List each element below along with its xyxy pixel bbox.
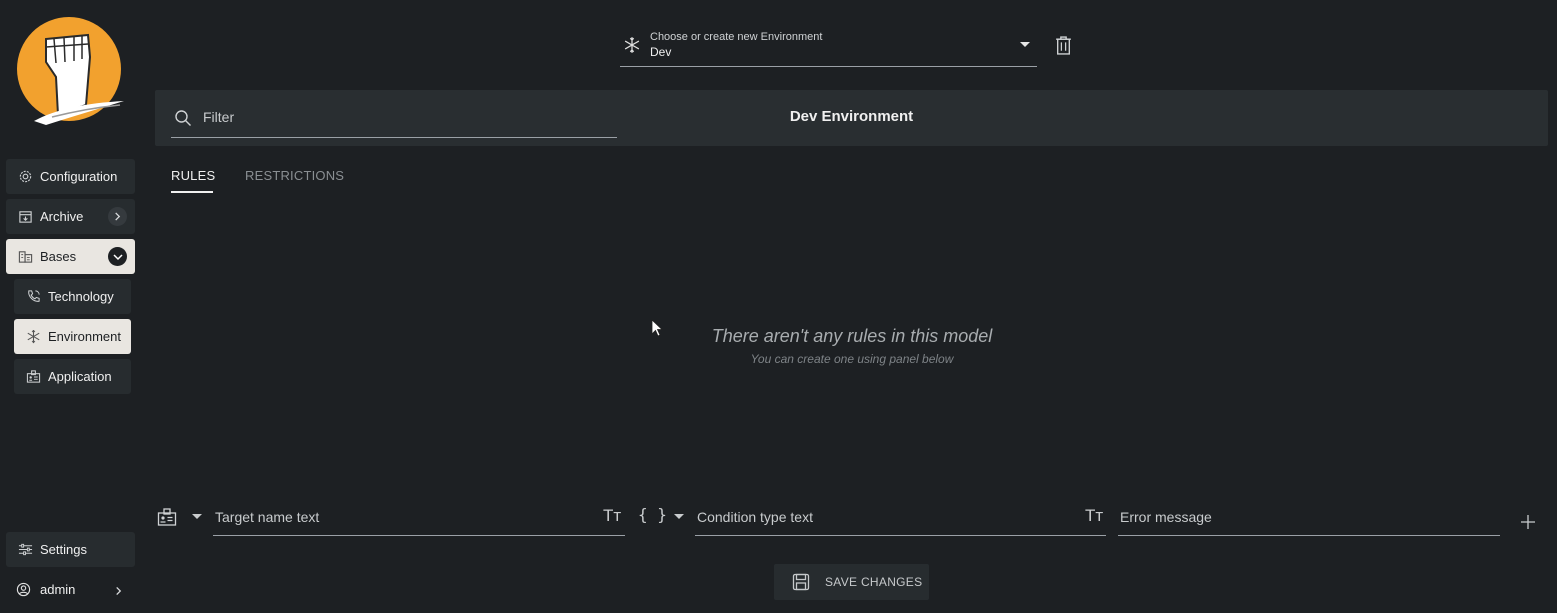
condition-type-input[interactable]	[695, 508, 1078, 526]
sidebar-item-application[interactable]: Application	[14, 359, 131, 394]
sliders-icon	[16, 541, 34, 559]
floppy-disk-icon	[792, 573, 810, 591]
condition-type-field[interactable]	[695, 504, 1106, 536]
empty-state-subtitle: You can create one using panel below	[750, 352, 954, 366]
save-changes-button[interactable]: SAVE CHANGES	[774, 564, 929, 600]
app-logo	[17, 17, 124, 125]
gear-icon	[16, 168, 34, 186]
target-type-caret-icon[interactable]	[192, 514, 202, 519]
environment-select[interactable]: Choose or create new Environment Dev	[620, 28, 1037, 67]
header-bar: Dev Environment	[155, 90, 1548, 146]
sidebar-item-settings[interactable]: Settings	[6, 532, 135, 567]
chevron-down-icon[interactable]	[108, 247, 127, 266]
caret-down-icon[interactable]	[1020, 42, 1030, 47]
filter-input[interactable]	[201, 108, 605, 126]
snowflake-icon	[624, 37, 640, 53]
sidebar-item-label: Bases	[40, 249, 77, 264]
mouse-cursor-icon	[651, 319, 664, 337]
sidebar-item-label: Archive	[40, 209, 84, 224]
target-name-input[interactable]	[213, 508, 597, 526]
phone-icon	[24, 288, 42, 306]
empty-state-title: There aren't any rules in this model	[711, 326, 993, 346]
archive-icon	[16, 208, 34, 226]
target-name-field[interactable]	[213, 504, 625, 536]
sidebar-item-technology[interactable]: Technology	[14, 279, 131, 314]
sidebar-item-configuration[interactable]: Configuration	[6, 159, 135, 194]
active-tab-indicator	[171, 191, 213, 193]
buildings-icon	[16, 248, 34, 266]
sidebar-item-label: Environment	[48, 329, 121, 344]
sidebar-item-bases[interactable]: Bases	[6, 239, 135, 274]
sidebar-item-archive[interactable]: Archive	[6, 199, 135, 234]
badge-icon	[24, 368, 42, 386]
user-name: admin	[40, 582, 76, 597]
sidebar-item-label: Configuration	[40, 169, 118, 184]
chevron-right-icon[interactable]	[108, 207, 127, 226]
environment-select-label: Choose or create new Environment	[650, 31, 823, 43]
sidebar-item-label: Technology	[48, 289, 114, 304]
save-changes-label: SAVE CHANGES	[825, 575, 923, 589]
environment-select-value: Dev	[650, 45, 672, 59]
condition-type-caret-icon[interactable]	[674, 514, 684, 519]
add-rule-icon[interactable]	[1520, 514, 1536, 530]
error-message-input[interactable]	[1118, 508, 1474, 526]
target-badge-icon[interactable]	[157, 507, 177, 527]
braces-icon[interactable]: { }	[638, 505, 667, 524]
trash-icon[interactable]	[1055, 36, 1072, 55]
search-icon	[175, 110, 191, 126]
filter-field[interactable]	[171, 102, 617, 138]
tab-restrictions[interactable]: RESTRICTIONS	[245, 168, 344, 183]
user-menu[interactable]: admin	[6, 572, 135, 607]
chevron-right-icon[interactable]	[114, 584, 123, 599]
user-avatar-icon	[16, 581, 34, 599]
tab-rules[interactable]: RULES	[171, 168, 215, 183]
error-message-field[interactable]	[1118, 504, 1500, 536]
sidebar-item-label: Application	[48, 369, 112, 384]
sidebar-item-environment[interactable]: Environment	[14, 319, 131, 354]
snowflake-icon	[24, 328, 42, 346]
sidebar-item-label: Settings	[40, 542, 87, 557]
text-type-icon[interactable]: Tт	[603, 506, 621, 526]
page-title: Dev Environment	[789, 108, 914, 125]
text-type-icon[interactable]: Tт	[1085, 506, 1103, 526]
